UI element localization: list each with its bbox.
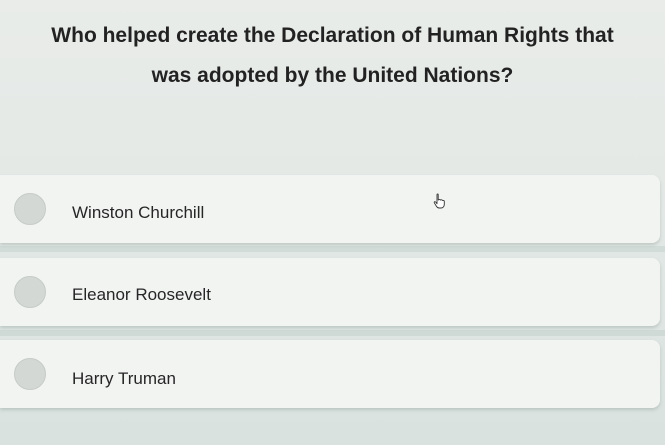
answer-option-label: Harry Truman (72, 369, 176, 388)
hand-pointer-icon (433, 193, 445, 209)
answer-option-harry-truman[interactable]: Harry Truman (0, 340, 660, 408)
radio-button[interactable] (14, 358, 46, 390)
answer-option-winston-churchill[interactable]: Winston Churchill (0, 175, 660, 243)
answer-option-label: Eleanor Roosevelt (72, 285, 211, 304)
answer-option-label: Winston Churchill (72, 203, 205, 222)
question-text: Who helped create the Declaration of Hum… (0, 16, 665, 96)
question-line-2: was adopted by the United Nations? (151, 64, 514, 87)
divider (0, 246, 665, 252)
radio-button[interactable] (14, 193, 46, 225)
answer-option-eleanor-roosevelt[interactable]: Eleanor Roosevelt (0, 258, 660, 326)
question-line-1: Who helped create the Declaration of Hum… (51, 24, 614, 47)
divider (0, 330, 665, 336)
radio-button[interactable] (14, 276, 46, 308)
